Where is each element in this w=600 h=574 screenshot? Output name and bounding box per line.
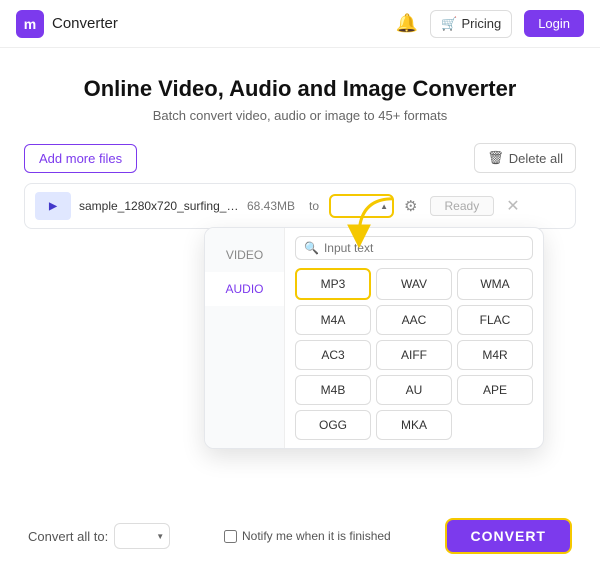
format-btn-mka[interactable]: MKA (376, 410, 452, 440)
format-btn-ape[interactable]: APE (457, 375, 533, 405)
convert-all-select-wrapper: MP3 WAV (114, 523, 170, 549)
to-label: to (309, 199, 319, 213)
format-btn-ogg[interactable]: OGG (295, 410, 371, 440)
category-sidebar: VIDEO AUDIO (205, 228, 285, 448)
convert-all-label: Convert all to: (28, 529, 108, 544)
bottom-bar: Convert all to: MP3 WAV Notify me when i… (24, 504, 576, 558)
toolbar: Add more files 🗑 Delete all (24, 143, 576, 173)
format-btn-m4r[interactable]: M4R (457, 340, 533, 370)
format-btn-wav[interactable]: WAV (376, 268, 452, 300)
search-icon: 🔍 (304, 241, 319, 255)
app-name: Converter (52, 15, 118, 32)
app-logo: m (16, 10, 44, 38)
file-area: ▶ sample_1280x720_surfing_with_a... 68.4… (24, 183, 576, 229)
format-btn-wma[interactable]: WMA (457, 268, 533, 300)
format-grid: MP3WAVWMA M4AAACFLAC AC3AIFFM4R M4BAUAPE OGG… (295, 268, 533, 440)
format-btn-ac3[interactable]: AC3 (295, 340, 371, 370)
pricing-button[interactable]: 🛒 Pricing (430, 10, 512, 38)
close-icon[interactable]: ✕ (506, 196, 519, 216)
search-input[interactable] (324, 241, 524, 255)
format-dropdown: VIDEO AUDIO 🔍 MP3WAVWMA M4AAACFLAC AC3AIFF… (204, 227, 544, 449)
notify-wrapper: Notify me when it is finished (224, 529, 391, 543)
file-thumbnail: ▶ (35, 192, 71, 220)
page-title: Online Video, Audio and Image Converter (24, 76, 576, 102)
file-icon: ▶ (49, 201, 57, 212)
delete-all-button[interactable]: 🗑 Delete all (474, 143, 576, 173)
format-btn-mp3[interactable]: MP3 (295, 268, 371, 300)
trash-icon: 🗑 (487, 150, 504, 166)
format-btn-m4b[interactable]: M4B (295, 375, 371, 405)
ready-badge: Ready (430, 196, 495, 216)
format-select-wrapper: MP3 WAV WMA M4A AAC FLAC (329, 194, 394, 218)
format-btn-flac[interactable]: FLAC (457, 305, 533, 335)
format-btn-au[interactable]: AU (376, 375, 452, 405)
format-select[interactable]: MP3 WAV WMA M4A AAC FLAC (329, 194, 394, 218)
format-btn-aiff[interactable]: AIFF (376, 340, 452, 370)
file-row: ▶ sample_1280x720_surfing_with_a... 68.4… (24, 183, 576, 229)
convert-all-select[interactable]: MP3 WAV (114, 523, 170, 549)
header: m Converter 🔔 🛒 Pricing Login (0, 0, 600, 48)
login-button[interactable]: Login (524, 10, 584, 37)
category-video[interactable]: VIDEO (205, 238, 284, 272)
gear-icon[interactable]: ⚙ (404, 197, 417, 215)
notify-checkbox[interactable] (224, 530, 237, 543)
file-size: 68.43MB (247, 199, 295, 213)
notify-label: Notify me when it is finished (242, 529, 391, 543)
convert-button[interactable]: CONVERT (445, 518, 572, 554)
cart-icon: 🛒 (441, 16, 457, 32)
format-btn-aac[interactable]: AAC (376, 305, 452, 335)
convert-all-wrapper: Convert all to: MP3 WAV (28, 523, 170, 549)
page-subtitle: Batch convert video, audio or image to 4… (24, 108, 576, 123)
category-audio[interactable]: AUDIO (205, 272, 284, 306)
dropdown-inner: VIDEO AUDIO 🔍 MP3WAVWMA M4AAACFLAC AC3AIFF… (205, 228, 543, 448)
main-content: Online Video, Audio and Image Converter … (0, 48, 600, 251)
header-right: 🔔 🛒 Pricing Login (396, 10, 584, 38)
bell-icon[interactable]: 🔔 (396, 13, 418, 34)
pricing-label: Pricing (461, 16, 501, 31)
format-area: 🔍 MP3WAVWMA M4AAACFLAC AC3AIFFM4R M4BAUAPE O… (285, 228, 543, 448)
search-box: 🔍 (295, 236, 533, 260)
format-btn-m4a[interactable]: M4A (295, 305, 371, 335)
file-name: sample_1280x720_surfing_with_a... (79, 199, 239, 213)
logo-area: m Converter (16, 10, 118, 38)
delete-all-label: Delete all (509, 151, 563, 166)
add-files-button[interactable]: Add more files (24, 144, 137, 173)
